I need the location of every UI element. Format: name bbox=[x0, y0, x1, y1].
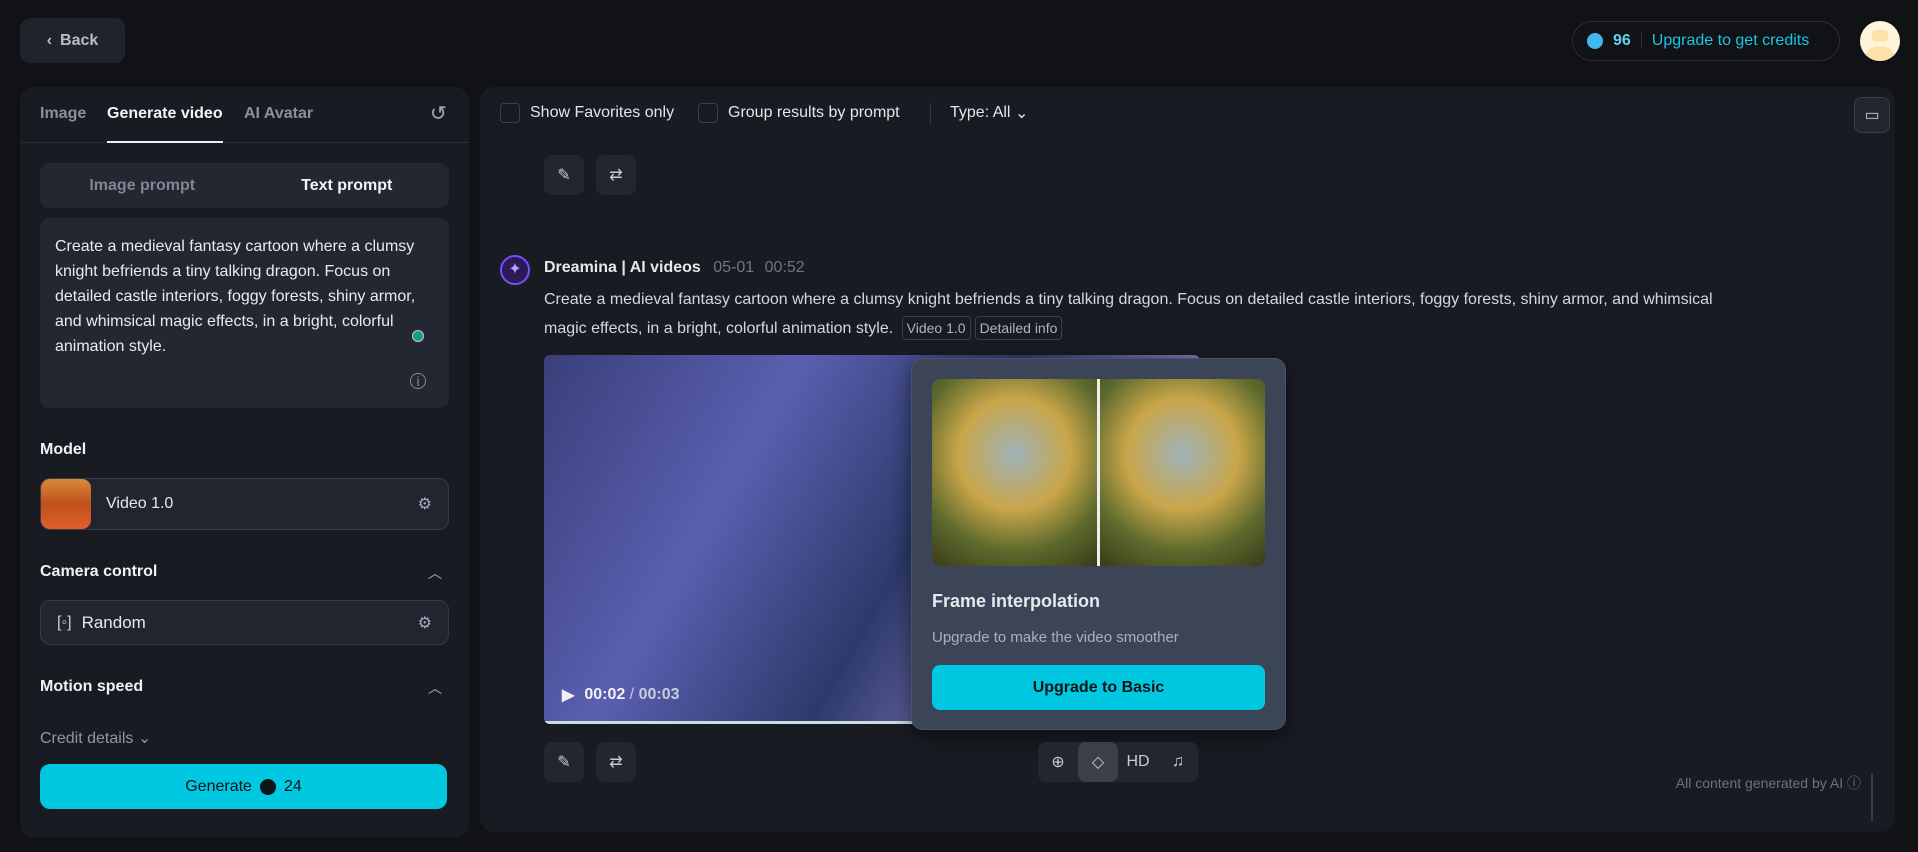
settings-sliders-icon[interactable]: ⚙ bbox=[418, 613, 432, 633]
generate-button[interactable]: Generate 24 bbox=[40, 764, 447, 809]
tab-generate-video[interactable]: Generate video bbox=[107, 105, 223, 143]
duration: 00:03 bbox=[638, 686, 680, 703]
focus-icon: [◦] bbox=[57, 613, 72, 631]
generation-panel: Image Generate video AI Avatar ↺ Image p… bbox=[20, 87, 469, 838]
model-label: Model bbox=[40, 441, 87, 458]
post-date: 05-01 bbox=[713, 259, 755, 276]
pencil-icon: ✎ bbox=[557, 167, 571, 184]
chevron-up-icon[interactable]: ︿ bbox=[428, 678, 442, 698]
mode-tabs: Image Generate video AI Avatar ↺ bbox=[20, 87, 469, 143]
video-tools: ⊕ ◇ HD ♫ bbox=[1038, 742, 1198, 782]
scrollbar[interactable] bbox=[1871, 773, 1873, 821]
upgrade-link[interactable]: Upgrade to get credits bbox=[1652, 32, 1809, 50]
post-prompt: Create a medieval fantasy cartoon where … bbox=[544, 285, 1724, 343]
edit-button[interactable]: ✎ bbox=[544, 742, 584, 782]
music-icon[interactable]: ♫ bbox=[1158, 742, 1198, 782]
detailed-info-tag[interactable]: Detailed info bbox=[974, 316, 1063, 340]
folder-button[interactable]: ▭ bbox=[1854, 97, 1890, 133]
camera-control-label: Camera control bbox=[40, 563, 158, 580]
popover-title: Frame interpolation bbox=[932, 591, 1101, 611]
edit-button[interactable]: ✎ bbox=[544, 155, 584, 195]
hd-upscale-button[interactable]: HD bbox=[1118, 742, 1158, 782]
text-prompt-option[interactable]: Text prompt bbox=[245, 177, 450, 195]
status-dot bbox=[412, 330, 424, 342]
ai-disclaimer: All content generated by AI ⓘ bbox=[1675, 775, 1861, 791]
user-avatar[interactable] bbox=[1860, 21, 1900, 61]
reset-icon[interactable]: ↺ bbox=[430, 101, 447, 126]
results-panel: Show Favorites only Group results by pro… bbox=[480, 87, 1895, 832]
model-value: Video 1.0 bbox=[106, 495, 174, 512]
prompt-textarea[interactable]: Create a medieval fantasy cartoon where … bbox=[40, 218, 449, 408]
frame-interpolation-icon[interactable]: ◇ bbox=[1078, 742, 1118, 782]
repeat-icon: ⇄ bbox=[609, 754, 623, 771]
tab-ai-avatar[interactable]: AI Avatar bbox=[244, 105, 313, 123]
favorites-checkbox[interactable]: Show Favorites only bbox=[500, 103, 674, 123]
prompt-text: Create a medieval fantasy cartoon where … bbox=[55, 238, 416, 355]
upgrade-basic-button[interactable]: Upgrade to Basic bbox=[932, 665, 1265, 710]
credits-pill[interactable]: 96 Upgrade to get credits bbox=[1572, 21, 1840, 61]
settings-sliders-icon[interactable]: ⚙ bbox=[418, 494, 432, 514]
play-icon[interactable]: ▶ bbox=[562, 685, 574, 705]
camera-value: Random bbox=[81, 612, 146, 632]
type-filter-dropdown[interactable]: Type: All ⌄ bbox=[950, 103, 1028, 123]
repeat-icon: ⇄ bbox=[609, 167, 623, 184]
group-by-prompt-checkbox[interactable]: Group results by prompt bbox=[698, 103, 900, 123]
dreamina-logo-icon: ✦ bbox=[500, 255, 530, 285]
credit-icon bbox=[259, 778, 276, 795]
post-author: Dreamina | AI videos bbox=[544, 259, 701, 276]
chevron-left-icon: ‹ bbox=[46, 31, 53, 49]
credit-details-toggle[interactable]: Credit details ⌄ bbox=[40, 728, 151, 748]
camera-control-selector[interactable]: [◦] Random ⚙ bbox=[40, 600, 449, 645]
extend-video-icon[interactable]: ⊕ bbox=[1038, 742, 1078, 782]
chevron-up-icon[interactable]: ︿ bbox=[428, 563, 442, 583]
post-time: 00:52 bbox=[764, 259, 805, 276]
current-time: 00:02 bbox=[584, 686, 626, 703]
pencil-icon: ✎ bbox=[557, 754, 571, 771]
divider bbox=[1640, 33, 1642, 49]
popover-subtitle: Upgrade to make the video smoother bbox=[932, 629, 1179, 646]
model-thumbnail bbox=[41, 479, 91, 529]
divider bbox=[930, 103, 931, 125]
chevron-down-icon: ⌄ bbox=[1014, 105, 1029, 122]
prompt-mode-toggle: Image prompt Text prompt bbox=[40, 163, 449, 208]
back-button[interactable]: ‹ Back bbox=[20, 18, 125, 63]
model-tag: Video 1.0 bbox=[901, 316, 971, 340]
post-header: Dreamina | AI videos 05-01 00:52 bbox=[544, 259, 805, 277]
regenerate-button[interactable]: ⇄ bbox=[596, 155, 636, 195]
regenerate-button[interactable]: ⇄ bbox=[596, 742, 636, 782]
motion-speed-label: Motion speed bbox=[40, 678, 144, 695]
folder-icon: ▭ bbox=[1864, 107, 1880, 124]
image-prompt-option[interactable]: Image prompt bbox=[40, 177, 245, 195]
frame-interpolation-popover: Frame interpolation Upgrade to make the … bbox=[911, 358, 1286, 730]
chevron-down-icon: ⌄ bbox=[137, 730, 152, 747]
info-icon[interactable]: ⓘ bbox=[1847, 775, 1861, 791]
info-icon[interactable]: i bbox=[410, 373, 426, 389]
credit-icon bbox=[1587, 33, 1603, 49]
model-selector[interactable]: Video 1.0 ⚙ bbox=[40, 478, 449, 530]
tab-image[interactable]: Image bbox=[40, 105, 86, 123]
comparison-image bbox=[932, 379, 1265, 566]
credit-count: 96 bbox=[1613, 32, 1631, 49]
